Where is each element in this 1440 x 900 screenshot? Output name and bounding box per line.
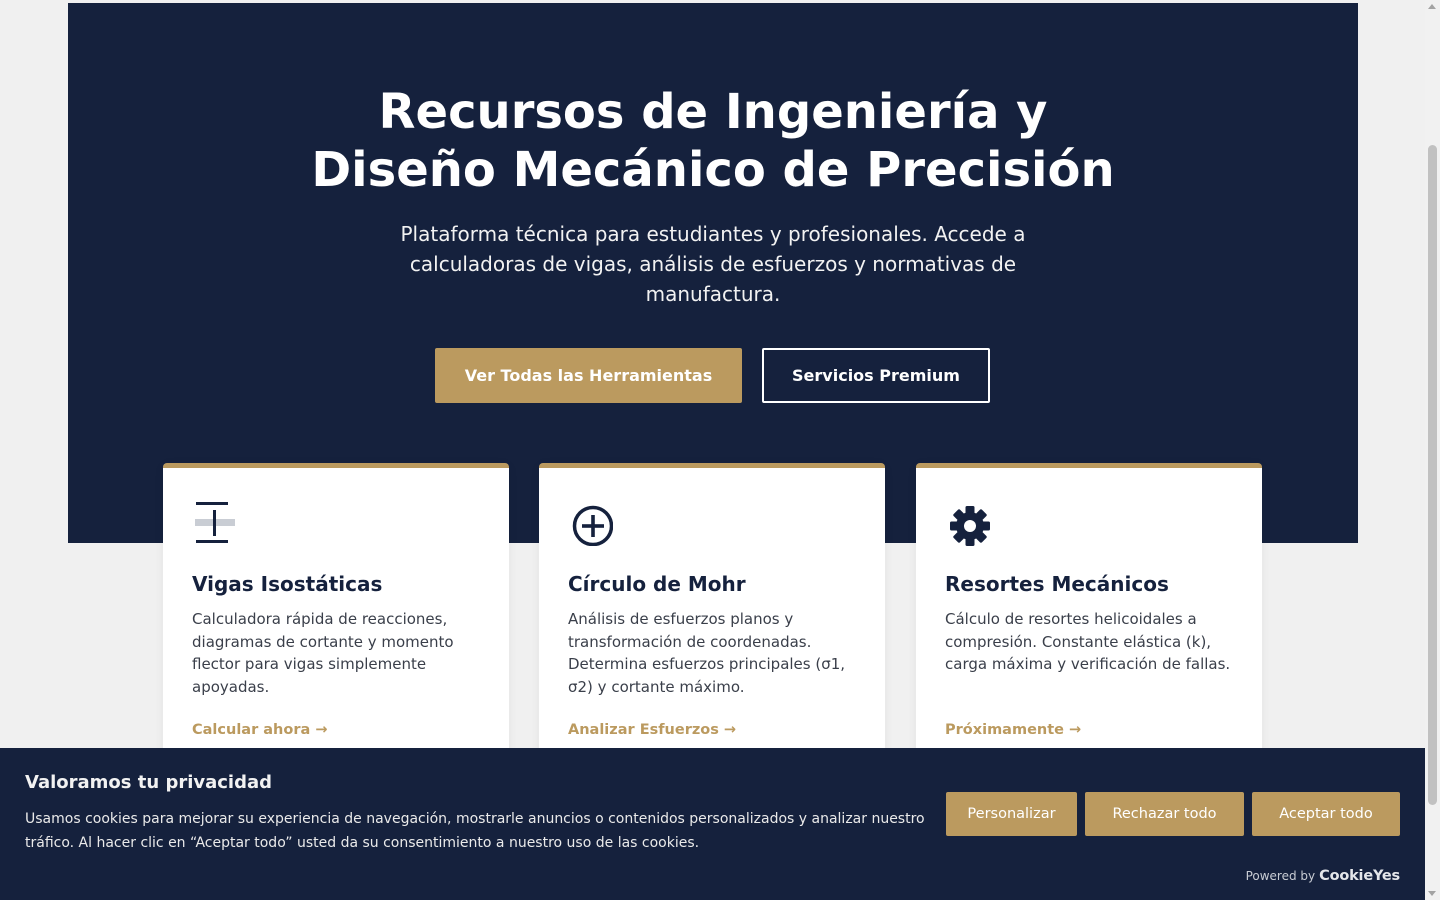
card-vigas: Vigas Isostáticas Calculadora rápida de … — [163, 463, 509, 763]
view-all-tools-button[interactable]: Ver Todas las Herramientas — [435, 348, 742, 403]
reject-all-button[interactable]: Rechazar todo — [1085, 792, 1244, 836]
card-title: Resortes Mecánicos — [945, 572, 1169, 596]
gear-icon — [950, 506, 990, 546]
coming-soon-link[interactable]: Próximamente → — [945, 722, 1081, 738]
hero-title: Recursos de Ingeniería y Diseño Mecánico… — [68, 83, 1358, 199]
accept-all-button[interactable]: Aceptar todo — [1252, 792, 1400, 836]
card-title: Círculo de Mohr — [568, 572, 746, 596]
scrollbar-thumb[interactable] — [1428, 145, 1437, 805]
hero-section: Recursos de Ingeniería y Diseño Mecánico… — [68, 3, 1358, 543]
calculate-now-link[interactable]: Calcular ahora → — [192, 722, 327, 738]
cookie-title: Valoramos tu privacidad — [25, 772, 273, 793]
card-resortes: Resortes Mecánicos Cálculo de resortes h… — [916, 463, 1262, 763]
cookie-text: Usamos cookies para mejorar su experienc… — [25, 811, 925, 851]
circle-plus-icon — [572, 505, 613, 546]
cookieyes-logo[interactable]: CookieYes — [1319, 868, 1400, 884]
beam-icon — [195, 502, 235, 543]
analyze-stress-link[interactable]: Analizar Esfuerzos → — [568, 722, 736, 738]
card-title: Vigas Isostáticas — [192, 572, 383, 596]
scroll-up-arrow-icon[interactable] — [1428, 4, 1436, 9]
hero-subtitle: Plataforma técnica para estudiantes y pr… — [400, 222, 1026, 306]
customize-button[interactable]: Personalizar — [946, 792, 1077, 836]
card-mohr: Círculo de Mohr Análisis de esfuerzos pl… — [539, 463, 885, 763]
cookie-banner: Valoramos tu privacidad Usamos cookies p… — [0, 748, 1425, 900]
scrollbar[interactable] — [1425, 0, 1440, 900]
powered-by: Powered by CookieYes — [1245, 868, 1401, 884]
card-description: Análisis de esfuerzos planos y transform… — [568, 610, 846, 696]
powered-by-text: Powered by — [1245, 869, 1316, 883]
card-description: Calculadora rápida de reacciones, diagra… — [192, 610, 454, 696]
hero-title-line-1: Recursos de Ingeniería y — [378, 84, 1048, 140]
premium-services-button[interactable]: Servicios Premium — [762, 348, 990, 403]
scroll-down-arrow-icon[interactable] — [1428, 891, 1436, 896]
hero-title-line-2: Diseño Mecánico de Precisión — [311, 142, 1115, 198]
card-description: Cálculo de resortes helicoidales a compr… — [945, 610, 1231, 673]
